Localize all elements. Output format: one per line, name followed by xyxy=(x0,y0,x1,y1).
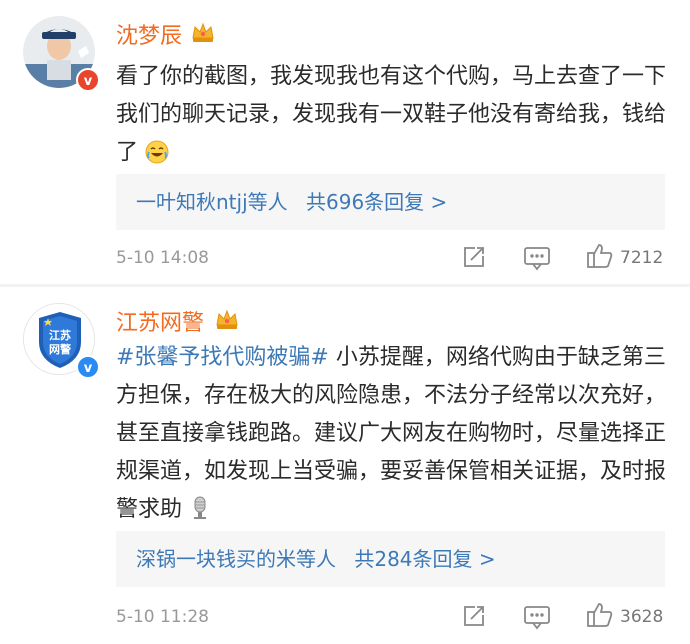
comment-text: 看了你的截图，我发现我也有这个代购，马上去查了一下我们的聊天记录，发现我有一双鞋… xyxy=(116,58,671,177)
comment-icon[interactable] xyxy=(523,245,551,275)
replies-count: 共696条回复 > xyxy=(306,190,448,214)
like-count: 7212 xyxy=(620,248,664,268)
avatar-text-1: 江苏 xyxy=(49,328,71,342)
replies-users: 一叶知秋ntjj等人 xyxy=(136,190,288,214)
author-name[interactable]: 沈梦辰 xyxy=(116,18,182,50)
svg-text:v: v xyxy=(84,361,93,376)
replies-users: 深锅一块钱买的米等人 xyxy=(136,547,336,571)
replies-count: 共284条回复 > xyxy=(354,547,496,571)
timestamp: 5-10 14:08 xyxy=(116,248,209,268)
share-icon[interactable] xyxy=(461,244,487,274)
replies-summary[interactable]: 一叶知秋ntjj等人 共696条回复 > xyxy=(116,174,665,230)
like-count: 3628 xyxy=(620,607,664,627)
timestamp: 5-10 11:28 xyxy=(116,607,209,627)
crown-icon xyxy=(190,20,216,46)
topic-tag-link[interactable]: #张馨予找代购被骗# xyxy=(116,345,329,370)
verified-badge-icon: v xyxy=(76,68,100,92)
avatar-text-2: 网警 xyxy=(49,342,71,356)
replies-summary[interactable]: 深锅一块钱买的米等人 共284条回复 > xyxy=(116,531,665,587)
like-icon[interactable] xyxy=(586,601,614,633)
author-name[interactable]: 江苏网警 xyxy=(116,305,204,337)
comment-icon[interactable] xyxy=(523,604,551,634)
comment-text-content: 看了你的截图，我发现我也有这个代购，马上去查了一下我们的聊天记录，发现我有一双鞋… xyxy=(116,64,667,165)
verified-badge-icon: v xyxy=(76,355,100,379)
svg-text:v: v xyxy=(84,74,93,89)
crown-icon xyxy=(214,307,240,333)
share-icon[interactable] xyxy=(461,603,487,633)
microphone-emoji-icon xyxy=(189,495,211,533)
comment-item: v 沈梦辰 看了你的截图，我发现我也有这个代购，马上去查了一下我们的聊天记录，发… xyxy=(0,0,690,286)
comment-text: #张馨予找代购被骗# 小苏提醒，网络代购由于缺乏第三方担保，存在极大的风险隐患，… xyxy=(116,339,671,533)
laugh-cry-emoji-icon xyxy=(145,139,169,177)
comment-item: 江苏 网警 v 江苏网警 #张馨予找代购被骗# 小苏提醒，网络代购由于缺乏第三方… xyxy=(0,287,690,644)
like-icon[interactable] xyxy=(586,242,614,274)
